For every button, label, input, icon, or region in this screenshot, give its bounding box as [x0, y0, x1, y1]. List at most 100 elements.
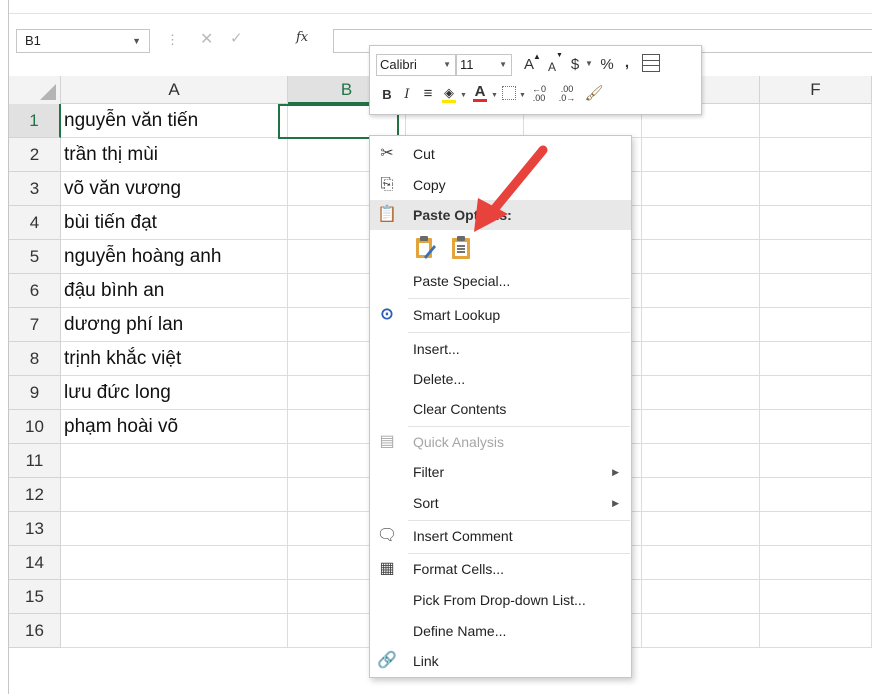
chevron-down-icon[interactable]: ▼: [132, 30, 141, 52]
cell-e[interactable]: [642, 614, 760, 648]
cell-f[interactable]: [760, 172, 872, 206]
chevron-down-icon[interactable]: ▼: [460, 92, 467, 99]
cell-a[interactable]: đậu bình an: [61, 274, 288, 308]
format-painter-table-icon[interactable]: [642, 54, 660, 72]
cell-f[interactable]: [760, 138, 872, 172]
row-header[interactable]: 16: [9, 614, 61, 648]
select-all-corner[interactable]: [9, 76, 61, 104]
insert-function-icon[interactable]: fx: [296, 30, 308, 45]
cell-f[interactable]: [760, 478, 872, 512]
cell-e[interactable]: [642, 274, 760, 308]
cell-a[interactable]: [61, 478, 288, 512]
enter-check-icon[interactable]: ✓: [230, 29, 243, 47]
font-color-icon[interactable]: A: [472, 82, 488, 102]
cell-e[interactable]: [642, 376, 760, 410]
cell-a[interactable]: nguyễn hoàng anh: [61, 240, 288, 274]
cell-a[interactable]: trần thị mùi: [61, 138, 288, 172]
row-header[interactable]: 3: [9, 172, 61, 206]
menu-item-delete[interactable]: Delete...: [370, 364, 631, 394]
row-header[interactable]: 7: [9, 308, 61, 342]
cell-f[interactable]: [760, 410, 872, 444]
row-header[interactable]: 2: [9, 138, 61, 172]
increase-decimal-icon[interactable]: ←0.00: [526, 85, 552, 103]
row-header[interactable]: 8: [9, 342, 61, 376]
menu-item-insert[interactable]: Insert...: [370, 334, 631, 364]
row-header[interactable]: 11: [9, 444, 61, 478]
cell-e[interactable]: [642, 580, 760, 614]
fill-color-icon[interactable]: ◈: [440, 83, 458, 103]
cell-a[interactable]: phạm hoài võ: [61, 410, 288, 444]
cell-f[interactable]: [760, 444, 872, 478]
menu-item-pick-from-list[interactable]: Pick From Drop-down List...: [370, 585, 631, 615]
column-header-f[interactable]: F: [760, 76, 872, 104]
menu-item-format-cells[interactable]: ▦ Format Cells...: [370, 554, 631, 584]
menu-item-paste-special[interactable]: Paste Special...: [370, 266, 631, 296]
cell-f[interactable]: [760, 104, 872, 138]
menu-item-copy[interactable]: ⎘ Copy: [370, 170, 631, 200]
cell-f[interactable]: [760, 274, 872, 308]
cell-e[interactable]: [642, 512, 760, 546]
menu-item-define-name[interactable]: Define Name...: [370, 616, 631, 646]
chevron-down-icon[interactable]: ▼: [499, 55, 507, 75]
menu-item-sort[interactable]: Sort ▶: [370, 488, 631, 518]
cell-e[interactable]: [642, 172, 760, 206]
chevron-down-icon[interactable]: ▼: [443, 55, 451, 75]
row-header[interactable]: 6: [9, 274, 61, 308]
menu-item-clear-contents[interactable]: Clear Contents: [370, 394, 631, 424]
row-header[interactable]: 9: [9, 376, 61, 410]
cell-e[interactable]: [642, 240, 760, 274]
percent-icon[interactable]: %: [598, 55, 616, 75]
paste-icon[interactable]: [410, 232, 438, 260]
decrease-decimal-icon[interactable]: .00.0→: [554, 85, 580, 103]
chevron-down-icon[interactable]: ▼: [585, 59, 593, 68]
cell-a[interactable]: [61, 512, 288, 546]
row-header[interactable]: 15: [9, 580, 61, 614]
paste-values-icon[interactable]: [446, 232, 474, 260]
borders-icon[interactable]: [502, 86, 516, 100]
cell-f[interactable]: [760, 580, 872, 614]
font-name-box[interactable]: Calibri ▼: [376, 54, 456, 76]
cell-e[interactable]: [642, 308, 760, 342]
row-header[interactable]: 12: [9, 478, 61, 512]
menu-item-cut[interactable]: ✂ Cut: [370, 139, 631, 169]
cell-e[interactable]: [642, 138, 760, 172]
row-header[interactable]: 13: [9, 512, 61, 546]
cell-a[interactable]: [61, 614, 288, 648]
cell-e[interactable]: [642, 206, 760, 240]
cell-f[interactable]: [760, 240, 872, 274]
cell-e[interactable]: [642, 444, 760, 478]
cancel-icon[interactable]: ✕: [200, 29, 213, 49]
cell-a[interactable]: [61, 580, 288, 614]
row-header[interactable]: 1: [9, 104, 61, 138]
currency-icon[interactable]: $: [568, 55, 582, 75]
cell-f[interactable]: [760, 308, 872, 342]
italic-icon[interactable]: I: [401, 85, 413, 105]
cell-a[interactable]: [61, 546, 288, 580]
shrink-font-icon[interactable]: A: [544, 57, 560, 77]
cell-e[interactable]: [642, 410, 760, 444]
row-header[interactable]: 5: [9, 240, 61, 274]
cell-a[interactable]: dương phí lan: [61, 308, 288, 342]
format-painter-icon[interactable]: 🖌: [584, 84, 604, 104]
row-header[interactable]: 10: [9, 410, 61, 444]
cell-e[interactable]: [642, 478, 760, 512]
font-size-box[interactable]: 11 ▼: [456, 54, 512, 76]
menu-item-insert-comment[interactable]: 🗨 Insert Comment: [370, 521, 631, 551]
chevron-down-icon[interactable]: ▼: [519, 92, 526, 99]
cell-f[interactable]: [760, 376, 872, 410]
cell-f[interactable]: [760, 206, 872, 240]
row-header[interactable]: 14: [9, 546, 61, 580]
cell-f[interactable]: [760, 546, 872, 580]
name-box[interactable]: B1 ▼: [16, 29, 150, 53]
align-center-icon[interactable]: ≡: [420, 84, 436, 104]
cell-f[interactable]: [760, 614, 872, 648]
cell-a[interactable]: lưu đức long: [61, 376, 288, 410]
column-header-a[interactable]: A: [61, 76, 288, 104]
cell-f[interactable]: [760, 342, 872, 376]
menu-item-smart-lookup[interactable]: ⊙ Smart Lookup: [370, 300, 631, 330]
menu-item-link[interactable]: 🔗 Link: [370, 646, 631, 676]
row-header[interactable]: 4: [9, 206, 61, 240]
cell-a[interactable]: trịnh khắc việt: [61, 342, 288, 376]
cell-a[interactable]: [61, 444, 288, 478]
cell-a[interactable]: bùi tiến đạt: [61, 206, 288, 240]
